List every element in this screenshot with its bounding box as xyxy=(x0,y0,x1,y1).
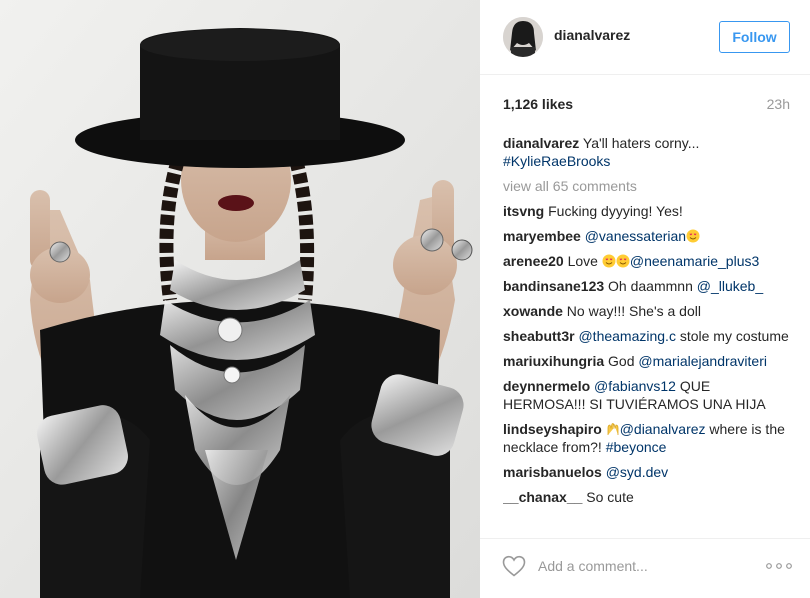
comment-text: Fucking dyyying! Yes! xyxy=(548,203,683,219)
comment-row: itsvng Fucking dyyying! Yes! xyxy=(503,202,793,220)
smiling-heart-eyes-emoji-icon xyxy=(686,229,700,243)
comment-row: maryembee @vanessaterian xyxy=(503,227,793,245)
smiling-heart-eyes-emoji-icon xyxy=(616,254,630,268)
more-options-icon[interactable] xyxy=(766,563,792,569)
comment-username[interactable]: bandinsane123 xyxy=(503,278,604,294)
follow-button[interactable]: Follow xyxy=(719,21,790,53)
comment-username[interactable]: maryembee xyxy=(503,228,581,244)
avatar[interactable] xyxy=(503,17,543,57)
comment-username[interactable]: itsvng xyxy=(503,203,544,219)
comment-text: No way!!! She's a doll xyxy=(566,303,701,319)
comment-text: God xyxy=(608,353,639,369)
photo-image xyxy=(0,0,480,598)
comment-row: marisbanuelos @syd.dev xyxy=(503,463,793,481)
caption: dianalvarez Ya'll haters corny... #Kylie… xyxy=(503,134,793,170)
caption-username[interactable]: dianalvarez xyxy=(503,135,579,151)
comment-mention-link[interactable]: @fabianvs12 xyxy=(594,378,676,394)
heart-icon[interactable] xyxy=(502,555,526,577)
caption-hashtag[interactable]: #KylieRaeBrooks xyxy=(503,153,610,169)
post-timestamp[interactable]: 23h xyxy=(767,96,790,112)
comment-row: deynnermelo @fabianvs12 QUE HERMOSA!!! S… xyxy=(503,377,793,413)
post-photo[interactable] xyxy=(0,0,480,598)
comment-mention-link[interactable]: @vanessaterian xyxy=(585,228,686,244)
likes-count[interactable]: 1,126 likes xyxy=(503,96,573,112)
comment-username[interactable]: lindseyshapiro xyxy=(503,421,602,437)
comment-mention-link[interactable]: @syd.dev xyxy=(606,464,668,480)
comment-text: Love xyxy=(567,253,602,269)
comment-footer xyxy=(480,538,810,598)
likes-row: 1,126 likes 23h xyxy=(503,96,790,114)
comment-username[interactable]: xowande xyxy=(503,303,563,319)
comment-username[interactable]: arenee20 xyxy=(503,253,564,269)
comment-username[interactable]: marisbanuelos xyxy=(503,464,602,480)
comment-row: lindseyshapiro @dianalvarez where is the… xyxy=(503,420,793,456)
comment-text: Oh daammnn xyxy=(608,278,697,294)
comment-row: arenee20 Love @neenamarie_plus3 xyxy=(503,252,793,270)
comment-text: stole my costume xyxy=(675,328,789,344)
comment-row: xowande No way!!! She's a doll xyxy=(503,302,793,320)
comment-row: __chanax__ So cute xyxy=(503,488,793,506)
comment-mention-link[interactable]: @marialejandraviteri xyxy=(638,353,767,369)
comment-username[interactable]: sheabutt3r xyxy=(503,328,575,344)
comment-mention-link[interactable]: @theamazing.c xyxy=(578,328,675,344)
caption-text: Ya'll haters corny... xyxy=(582,135,700,151)
username-link[interactable]: dianalvarez xyxy=(554,27,630,43)
add-comment-input[interactable] xyxy=(538,556,738,576)
comment-username[interactable]: __chanax__ xyxy=(503,489,582,505)
comment-username[interactable]: mariuxihungria xyxy=(503,353,604,369)
comments-list: dianalvarez Ya'll haters corny... #Kylie… xyxy=(503,134,793,534)
view-all-comments-link[interactable]: view all 65 comments xyxy=(503,177,793,195)
post-header: dianalvarez Follow xyxy=(480,0,810,75)
comment-mention-link[interactable]: @dianalvarez xyxy=(620,421,706,437)
comment-mention-link[interactable]: @_llukeb_ xyxy=(697,278,763,294)
comment-row: sheabutt3r @theamazing.c stole my costum… xyxy=(503,327,793,345)
comment-row: bandinsane123 Oh daammnn @_llukeb_ xyxy=(503,277,793,295)
comment-row: mariuxihungria God @marialejandraviteri xyxy=(503,352,793,370)
raised-hands-emoji-icon xyxy=(607,423,619,435)
comment-username[interactable]: deynnermelo xyxy=(503,378,590,394)
comment-text: So cute xyxy=(586,489,634,505)
post-side-panel: dianalvarez Follow 1,126 likes 23h diana… xyxy=(480,0,810,598)
comment-mention-link[interactable]: #beyonce xyxy=(606,439,667,455)
smiling-heart-eyes-emoji-icon xyxy=(602,254,616,268)
comment-mention-link[interactable]: @neenamarie_plus3 xyxy=(630,253,759,269)
